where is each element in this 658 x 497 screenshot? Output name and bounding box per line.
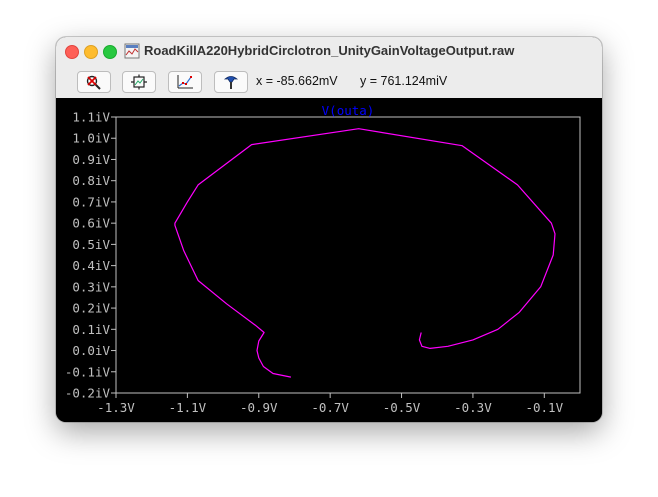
autorange-icon <box>131 74 147 90</box>
close-window-button[interactable] <box>65 45 79 59</box>
minimize-window-button[interactable] <box>84 45 98 59</box>
y-tick-label: 0.4iV <box>72 258 110 273</box>
y-tick-label: 1.1iV <box>72 110 110 125</box>
y-tick-label: 0.8iV <box>72 173 110 188</box>
x-tick-label: -1.3V <box>97 400 135 415</box>
plot-pane[interactable]: 1.1iV 1.0iV 0.9iV 0.8iV 0.7iV 0.6iV 0.5iV 0.4iV… <box>56 98 602 422</box>
waveform-plot[interactable]: 1.1iV 1.0iV 0.9iV 0.8iV 0.7iV 0.6iV 0.5iV 0.4iV… <box>56 98 602 422</box>
y-tick-label: 0.6iV <box>72 216 110 231</box>
zoom-window-button[interactable] <box>103 45 117 59</box>
mark-data-points-icon <box>177 75 193 89</box>
x-cursor-readout: x = -85.662mV <box>256 74 338 88</box>
y-cursor-readout: y = 761.124miV <box>360 74 448 88</box>
x-tick-label: -0.9V <box>240 400 278 415</box>
waveform-document-icon <box>124 43 140 59</box>
zoom-cancel-button[interactable] <box>77 71 111 93</box>
y-tick-label: -0.2iV <box>65 386 111 401</box>
trace-label: V(outa) <box>322 103 375 118</box>
cursor-probe-button[interactable] <box>214 71 248 93</box>
y-tick-label: 0.5iV <box>72 237 110 252</box>
mark-data-points-button[interactable] <box>168 71 202 93</box>
title-bar[interactable]: RoadKillA220HybridCirclotron_UnityGainVo… <box>56 37 602 66</box>
x-tick-label: -0.3V <box>454 400 492 415</box>
y-tick-label: 0.7iV <box>72 194 110 209</box>
y-tick-label: 0.0iV <box>72 343 110 358</box>
plot-window: RoadKillA220HybridCirclotron_UnityGainVo… <box>56 37 602 422</box>
y-tick-label: 0.9iV <box>72 152 110 167</box>
y-tick-label: 0.3iV <box>72 279 110 294</box>
y-tick-label: -0.1iV <box>65 364 111 379</box>
x-tick-label: -0.5V <box>383 400 421 415</box>
y-tick-label: 0.2iV <box>72 301 110 316</box>
y-tick-label: 0.1iV <box>72 322 110 337</box>
trace-outa <box>174 128 556 378</box>
x-tick-label: -0.7V <box>311 400 349 415</box>
toolbar: x = -85.662mV y = 761.124miV <box>56 66 602 99</box>
y-tick-label: 1.0iV <box>72 131 110 146</box>
cursor-probe-icon <box>223 76 239 89</box>
window-title: RoadKillA220HybridCirclotron_UnityGainVo… <box>144 43 515 58</box>
x-tick-label: -0.1V <box>525 400 563 415</box>
zoom-cancel-icon <box>86 75 101 90</box>
autorange-button[interactable] <box>122 71 156 93</box>
x-tick-label: -1.1V <box>169 400 207 415</box>
